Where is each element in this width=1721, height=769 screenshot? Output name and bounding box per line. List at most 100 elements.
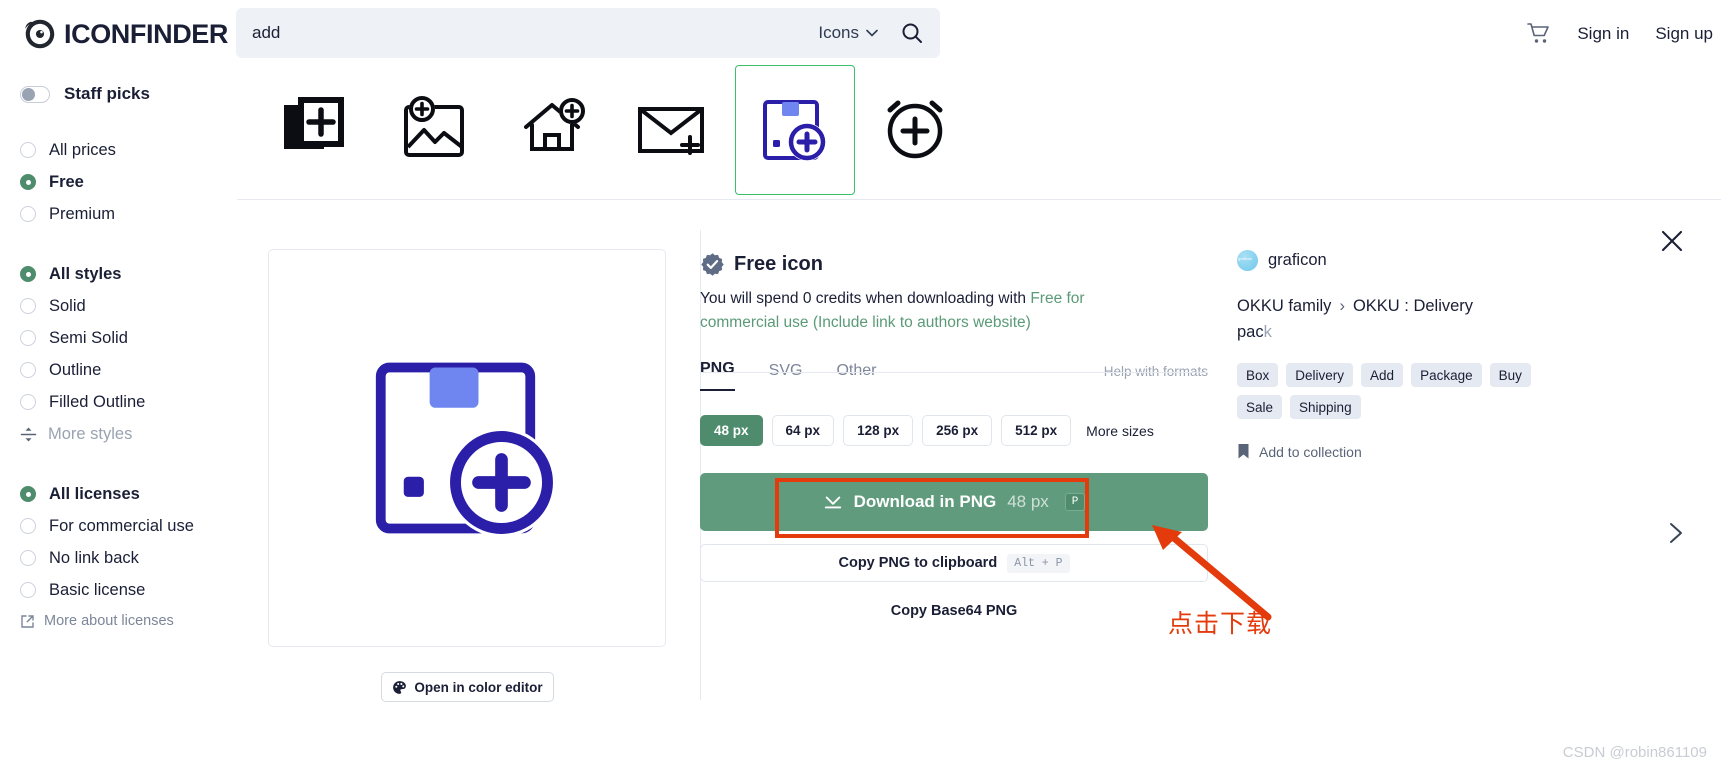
add-alarm-icon bbox=[887, 100, 943, 159]
search-results-strip bbox=[237, 60, 1721, 200]
more-about-licenses-link[interactable]: More about licenses bbox=[20, 606, 237, 636]
size-options: 48 px 64 px 128 px 256 px 512 px More si… bbox=[700, 415, 1208, 446]
sign-in-link[interactable]: Sign in bbox=[1577, 24, 1629, 44]
result-add-mail[interactable] bbox=[615, 65, 735, 195]
radio-icon bbox=[20, 266, 36, 282]
filter-no-link-back[interactable]: No link back bbox=[20, 542, 237, 574]
download-size: 48 px bbox=[1007, 492, 1049, 511]
iconfinder-logo-icon bbox=[25, 19, 55, 49]
filter-commercial-use[interactable]: For commercial use bbox=[20, 510, 237, 542]
radio-icon bbox=[20, 394, 36, 410]
close-detail-button[interactable] bbox=[1659, 228, 1685, 254]
size-128[interactable]: 128 px bbox=[843, 415, 914, 446]
tag-shipping[interactable]: Shipping bbox=[1290, 395, 1361, 419]
tab-svg[interactable]: SVG bbox=[769, 362, 803, 391]
author-row[interactable]: graficon bbox=[1237, 250, 1597, 271]
tag-sale[interactable]: Sale bbox=[1237, 395, 1283, 419]
copy-png-shortcut: Alt + P bbox=[1007, 553, 1070, 573]
result-add-square[interactable] bbox=[255, 65, 375, 195]
search-submit-button[interactable] bbox=[884, 8, 940, 58]
size-256[interactable]: 256 px bbox=[922, 415, 993, 446]
tag-delivery[interactable]: Delivery bbox=[1286, 363, 1354, 387]
filter-semi-solid[interactable]: Semi Solid bbox=[20, 322, 237, 354]
search-type-dropdown[interactable]: Icons bbox=[818, 23, 884, 43]
author-name[interactable]: graficon bbox=[1268, 251, 1327, 270]
tag-add[interactable]: Add bbox=[1361, 363, 1404, 387]
radio-icon bbox=[20, 582, 36, 598]
search-input[interactable] bbox=[236, 22, 819, 44]
filter-free[interactable]: Free bbox=[20, 166, 237, 198]
tab-png[interactable]: PNG bbox=[700, 360, 735, 391]
size-512[interactable]: 512 px bbox=[1001, 415, 1072, 446]
shopping-cart-icon[interactable] bbox=[1527, 22, 1551, 46]
result-add-image[interactable] bbox=[375, 65, 495, 195]
tag-box[interactable]: Box bbox=[1237, 363, 1279, 387]
radio-icon bbox=[20, 486, 36, 502]
next-icon-button[interactable] bbox=[1665, 522, 1687, 544]
icon-preview-box bbox=[268, 249, 666, 647]
search-bar[interactable]: Icons bbox=[236, 8, 940, 58]
result-add-alarm[interactable] bbox=[855, 65, 975, 195]
filter-label: Basic license bbox=[49, 580, 146, 599]
filter-filled-outline[interactable]: Filled Outline bbox=[20, 386, 237, 418]
radio-icon bbox=[20, 518, 36, 534]
filter-solid[interactable]: Solid bbox=[20, 290, 237, 322]
more-styles-label: More styles bbox=[48, 424, 133, 443]
size-64[interactable]: 64 px bbox=[771, 415, 835, 446]
toggle-knob bbox=[22, 87, 35, 101]
download-label: Download in PNG bbox=[853, 492, 997, 511]
staff-picks-label: Staff picks bbox=[64, 84, 150, 103]
more-styles-button[interactable]: More styles bbox=[20, 418, 237, 450]
breadcrumb-pack-tail: k bbox=[1263, 323, 1272, 341]
filter-all-licenses[interactable]: All licenses bbox=[20, 478, 237, 510]
download-png-button[interactable]: Download in PNG 48 px P bbox=[700, 473, 1208, 531]
page-root: ICONFINDER Icons Si bbox=[0, 0, 1721, 769]
credits-description: You will spend 0 credits when downloadin… bbox=[700, 287, 1140, 335]
breadcrumb: OKKU family › OKKU : Delivery pack bbox=[1237, 293, 1509, 345]
filter-label: Solid bbox=[49, 296, 86, 315]
tag-package[interactable]: Package bbox=[1411, 363, 1482, 387]
tag-buy[interactable]: Buy bbox=[1489, 363, 1531, 387]
price-filter-group: All prices Free Premium bbox=[20, 134, 237, 230]
copy-png-clipboard-button[interactable]: Copy PNG to clipboard Alt + P bbox=[700, 544, 1208, 582]
staff-picks-toggle[interactable] bbox=[20, 85, 50, 103]
radio-icon bbox=[20, 174, 36, 190]
size-48[interactable]: 48 px bbox=[700, 415, 763, 446]
filter-premium[interactable]: Premium bbox=[20, 198, 237, 230]
sign-up-link[interactable]: Sign up bbox=[1655, 24, 1713, 44]
brand-logo[interactable]: ICONFINDER bbox=[22, 16, 228, 52]
add-mail-icon bbox=[638, 107, 704, 155]
copy-base64-button[interactable]: Copy Base64 PNG bbox=[700, 600, 1208, 622]
download-icon bbox=[824, 496, 841, 509]
tab-other[interactable]: Other bbox=[836, 362, 876, 391]
search-type-label: Icons bbox=[818, 23, 859, 42]
add-square-icon bbox=[284, 97, 344, 149]
filter-basic-license[interactable]: Basic license bbox=[20, 574, 237, 606]
filter-label: All prices bbox=[49, 140, 116, 159]
free-icon-header: Free icon bbox=[700, 252, 1208, 277]
filter-label: Free bbox=[49, 172, 84, 191]
filter-outline[interactable]: Outline bbox=[20, 354, 237, 386]
add-image-icon bbox=[404, 96, 464, 157]
more-about-licenses-label: More about licenses bbox=[44, 613, 174, 629]
add-package-icon bbox=[763, 100, 826, 161]
filter-all-prices[interactable]: All prices bbox=[20, 134, 237, 166]
breadcrumb-family[interactable]: OKKU family bbox=[1237, 297, 1331, 315]
filter-label: All licenses bbox=[49, 484, 140, 503]
filter-all-styles[interactable]: All styles bbox=[20, 258, 237, 290]
chevron-down-icon bbox=[866, 29, 878, 37]
add-to-collection-button[interactable]: Add to collection bbox=[1237, 443, 1597, 460]
result-add-package[interactable] bbox=[735, 65, 855, 195]
result-add-home[interactable] bbox=[495, 65, 615, 195]
close-icon bbox=[1661, 230, 1683, 252]
free-icon-title: Free icon bbox=[734, 253, 823, 275]
radio-icon bbox=[20, 142, 36, 158]
credits-prefix: You will spend 0 credits when downloadin… bbox=[700, 290, 1031, 307]
open-color-editor-button[interactable]: Open in color editor bbox=[381, 672, 554, 702]
staff-picks-toggle-row[interactable]: Staff picks bbox=[20, 84, 237, 104]
header-actions: Sign in Sign up bbox=[1527, 0, 1721, 68]
tag-list: Box Delivery Add Package Buy Sale Shippi… bbox=[1237, 363, 1537, 419]
avatar bbox=[1237, 250, 1258, 271]
more-sizes-link[interactable]: More sizes bbox=[1086, 423, 1154, 439]
expand-vertical-icon bbox=[20, 427, 37, 441]
